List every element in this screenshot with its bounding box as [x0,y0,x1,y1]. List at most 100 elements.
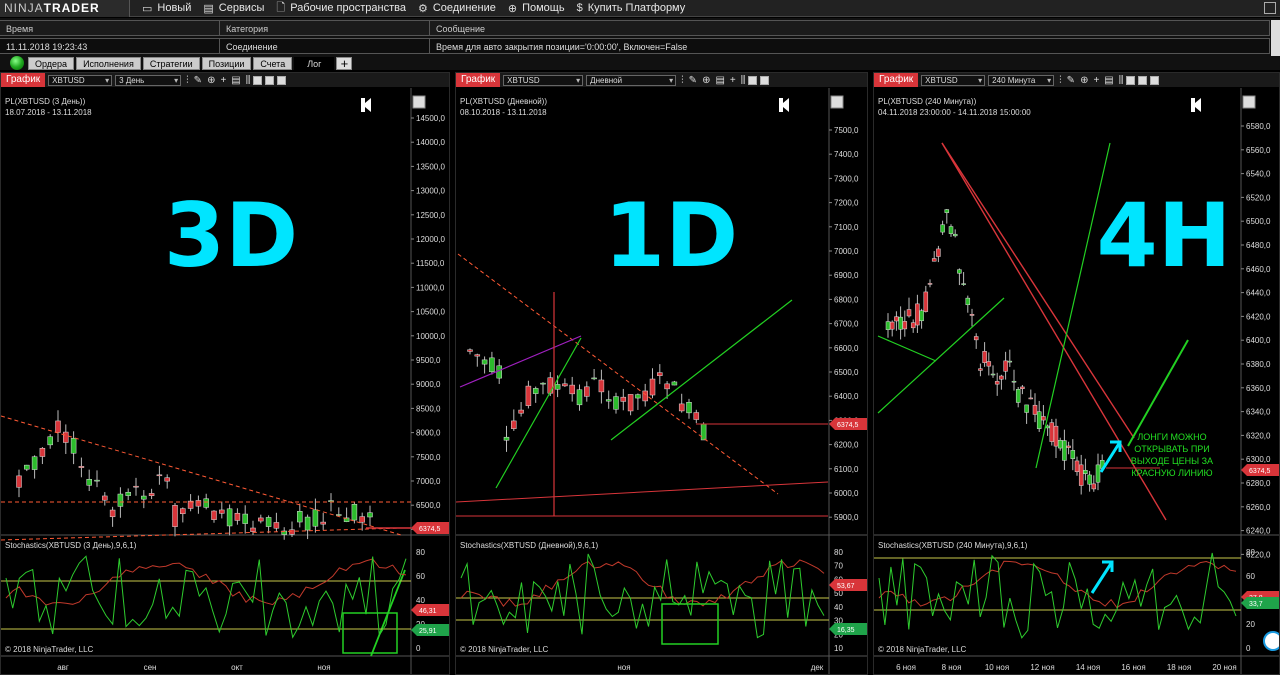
chart-date-range: 08.10.2018 - 13.11.2018 [460,108,547,117]
tab-log[interactable]: Лог [294,56,335,70]
menu-connection[interactable]: ⚙ Соединение [418,2,496,15]
window-minimize-button[interactable] [253,75,263,85]
log-col-time[interactable]: Время [0,20,220,36]
stoch-value-label: 46,31 [419,608,437,615]
candle-body [965,297,971,306]
menu-new[interactable]: ▭ Новый [142,2,191,15]
stoch-tick-label: 40 [834,603,843,612]
candle-body [203,498,209,508]
stoch-value-label: 33,7 [1249,601,1263,608]
chart-canvas[interactable]: PL(XBTUSD (3 День)) 18.07.2018 - 13.11.20… [1,88,450,675]
chart-tab[interactable]: График [456,73,501,87]
candle-body [1053,425,1059,447]
candle-body [481,359,488,365]
window-close-button[interactable] [1150,75,1160,85]
bar-type-icon[interactable]: ⫶ [1059,75,1062,86]
copyright-text: © 2018 NinjaTrader, LLC [460,645,549,654]
pencil-icon[interactable]: ✎ [194,75,202,86]
candle-body [351,504,358,521]
bar-type-icon[interactable]: ⫶ [186,75,189,86]
properties-icon[interactable]: ▤ [231,75,240,86]
period-select[interactable]: Дневной [586,74,677,86]
menu-services[interactable]: ▤ Сервисы [203,2,264,15]
candle-body [693,412,700,420]
period-select[interactable]: 240 Минута [988,74,1055,86]
tab-executions[interactable]: Исполнения [76,56,141,70]
log-cell-category: Соединение [220,38,430,54]
candle-body [102,495,108,501]
menu-workspaces[interactable]: 🗋 Рабочие пространства [276,0,406,18]
chart-canvas[interactable]: PL(XBTUSD (Дневной)) 08.10.2018 - 13.11.2… [456,88,868,675]
strategy-icon[interactable]: ⫼ [741,75,746,86]
price-tick-label: 13000,0 [416,187,445,196]
stoch-tick-label: 80 [1246,548,1255,557]
instrument-select[interactable]: XBTUSD [48,74,113,86]
tab-accounts[interactable]: Счета [253,56,293,70]
window-restore-button[interactable] [1264,2,1276,14]
zoom-icon[interactable]: ⊕ [207,75,215,86]
properties-icon[interactable]: ▤ [715,75,724,86]
price-tick-label: 6300,0 [1246,455,1271,464]
candle-body [289,529,295,535]
menu-buy-platform[interactable]: $ Купить Платформу [577,2,686,14]
time-tick-label: авг [57,663,69,672]
menu-help[interactable]: ⊕ Помощь [508,2,565,15]
chart-window-1d: График XBTUSD Дневной ⫶ ✎ ⊕ ▤ + ⫼ PL(XBT… [455,72,868,675]
zoom-icon[interactable]: ⊕ [702,75,710,86]
crosshair-icon[interactable]: + [730,75,736,86]
price-tick-label: 6100,0 [834,465,859,474]
properties-icon[interactable]: ▤ [1104,75,1113,86]
window-minimize-button[interactable] [1126,75,1136,85]
instrument-select[interactable]: XBTUSD [921,74,986,86]
time-tick-label: 14 ноя [1076,663,1100,672]
ninjatrader-logo[interactable]: NINJA TRADER [0,0,130,17]
last-price-label: 6374,5 [837,422,859,429]
candle-body [952,233,958,237]
price-tick-label: 8000,0 [416,429,441,438]
bar-type-icon[interactable]: ⫶ [681,75,684,86]
candle-body [894,316,899,322]
tab-strategies[interactable]: Стратегии [142,56,200,70]
tab-positions[interactable]: Позиции [201,56,252,70]
zoom-icon[interactable]: ⊕ [1080,75,1088,86]
price-tick-label: 6900,0 [834,271,859,280]
log-col-message[interactable]: Сообщение [430,20,1270,36]
crosshair-icon[interactable]: + [1093,75,1099,86]
time-tick-label: 12 ноя [1030,663,1054,672]
chart-canvas[interactable]: PL(XBTUSD (240 Минута)) 04.11.2018 23:00:… [874,88,1280,675]
chart-tab[interactable]: График [874,73,919,87]
window-maximize-button[interactable] [1138,75,1148,85]
time-tick-label: дек [811,663,824,672]
chart-tab[interactable]: График [1,73,46,87]
chart-date-range: 04.11.2018 23:00:00 - 14.11.2018 15:00:0… [878,108,1031,117]
time-tick-label: ноя [317,663,330,672]
table-row[interactable]: 11.11.2018 19:23:43 Соединение Время для… [0,38,1270,56]
chart-toolbar: График XBTUSD 240 Минута ⫶ ✎ ⊕ + ▤ ⫼ [874,73,1279,87]
window-maximize-button[interactable] [760,75,770,85]
crosshair-icon[interactable]: + [220,75,226,86]
candle-body [1007,360,1013,363]
pencil-icon[interactable]: ✎ [689,75,697,86]
period-select[interactable]: 3 День [115,74,182,86]
add-tab-button[interactable]: + [336,56,353,70]
window-minimize-button[interactable] [748,75,758,85]
stoch-value-label: 16,35 [837,627,855,634]
window-close-button[interactable] [277,75,287,85]
log-col-category[interactable]: Категория [220,20,430,36]
candle-body [312,509,319,527]
candle-body [994,381,1000,385]
window-maximize-button[interactable] [265,75,275,85]
strategy-icon[interactable]: ⫼ [1119,75,1124,86]
tab-orders[interactable]: Ордера [28,56,75,70]
candle-body [511,420,517,429]
drawing-trendline [1127,339,1189,447]
stoch-tick-label: 10 [834,644,843,653]
log-scrollbar[interactable] [1271,20,1280,56]
stoch-tick-label: 60 [1246,572,1255,581]
instrument-select[interactable]: XBTUSD [503,74,584,86]
stoch-k-line [460,553,825,639]
strategy-icon[interactable]: ⫼ [246,75,251,86]
pencil-icon[interactable]: ✎ [1067,75,1075,86]
stoch-k-line [878,552,1237,639]
stoch-value-label: 25,91 [419,628,437,635]
